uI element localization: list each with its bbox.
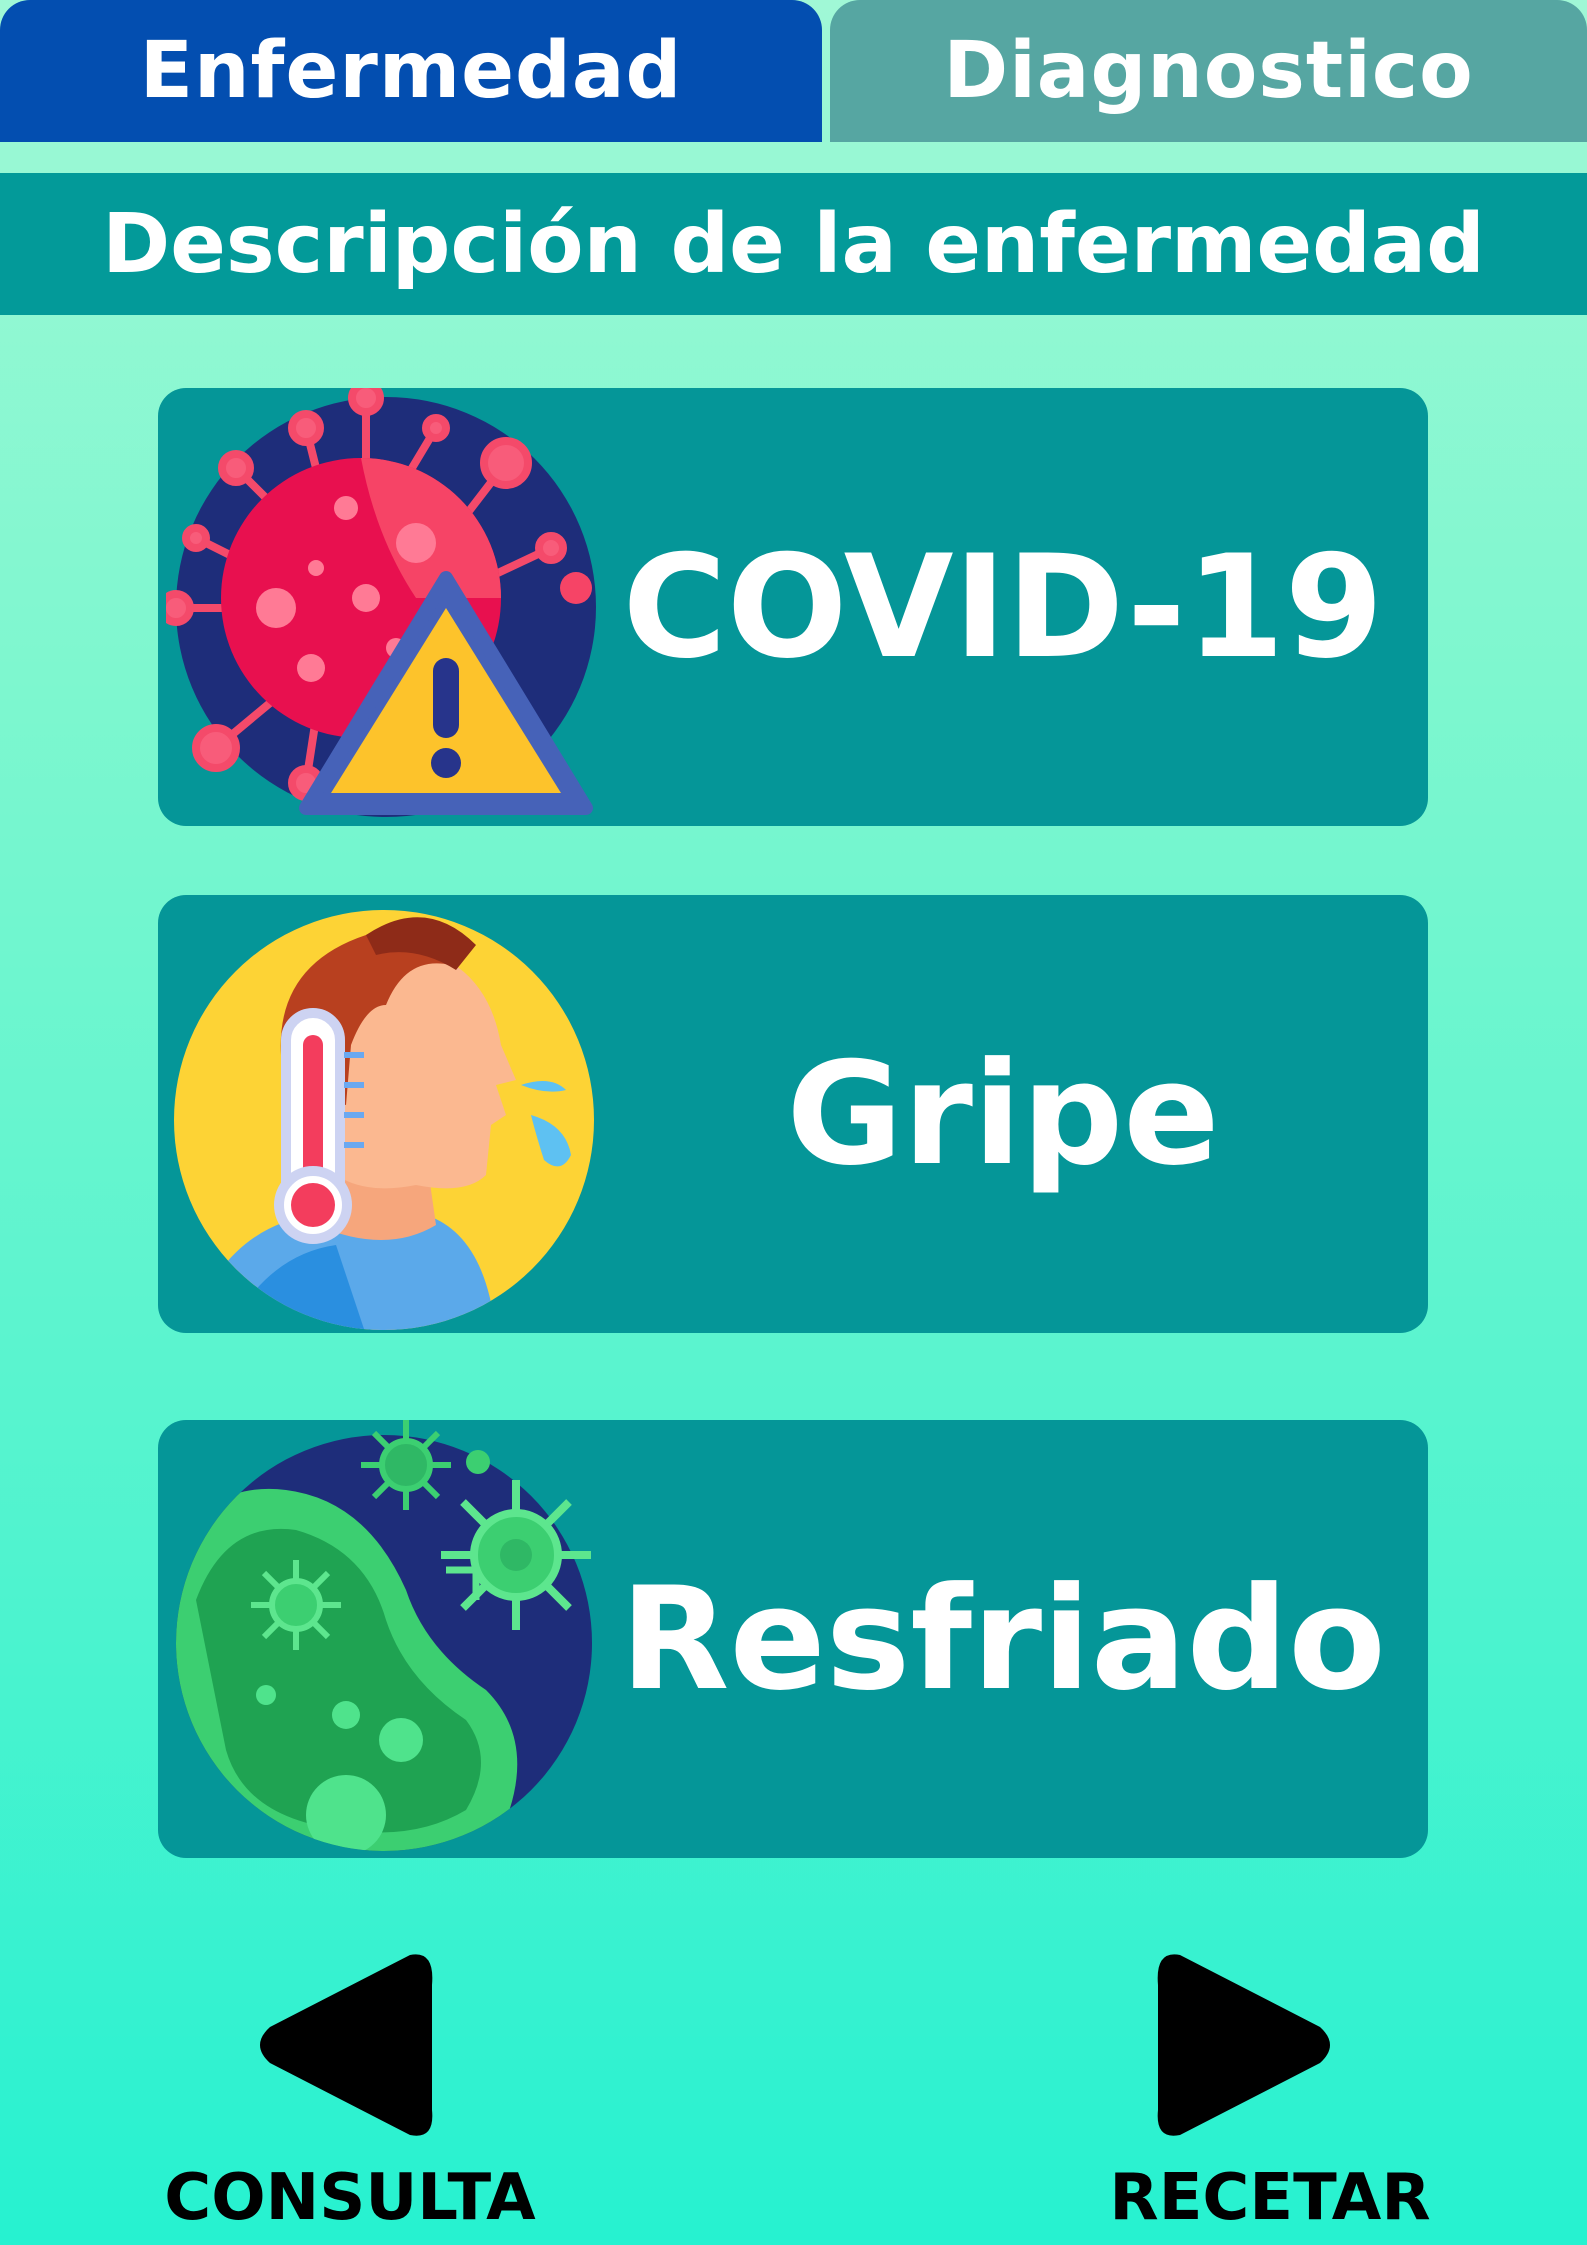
consulta-label[interactable]: CONSULTA: [150, 2158, 550, 2238]
disease-label-resfriado: Resfriado: [620, 1556, 1386, 1722]
page-title: Descripción de la enfermedad: [0, 173, 1587, 315]
recetar-label[interactable]: RECETAR: [1060, 2158, 1480, 2238]
disease-label-covid: COVID-19: [622, 524, 1384, 690]
disease-card-resfriado[interactable]: Resfriado: [158, 1420, 1428, 1858]
germs-icon: [176, 1420, 592, 1851]
disease-card-gripe[interactable]: Gripe: [158, 895, 1428, 1333]
disease-label-gripe: Gripe: [786, 1031, 1220, 1197]
tab-enfermedad[interactable]: Enfermedad: [0, 0, 822, 142]
next-arrow-icon[interactable]: [1150, 1945, 1340, 2145]
fever-thermometer-icon: [174, 910, 594, 1330]
back-arrow-icon[interactable]: [250, 1945, 440, 2145]
tab-diagnostico[interactable]: Diagnostico: [830, 0, 1587, 142]
virus-warning-icon: [166, 388, 596, 817]
disease-card-covid[interactable]: COVID-19: [158, 388, 1428, 826]
